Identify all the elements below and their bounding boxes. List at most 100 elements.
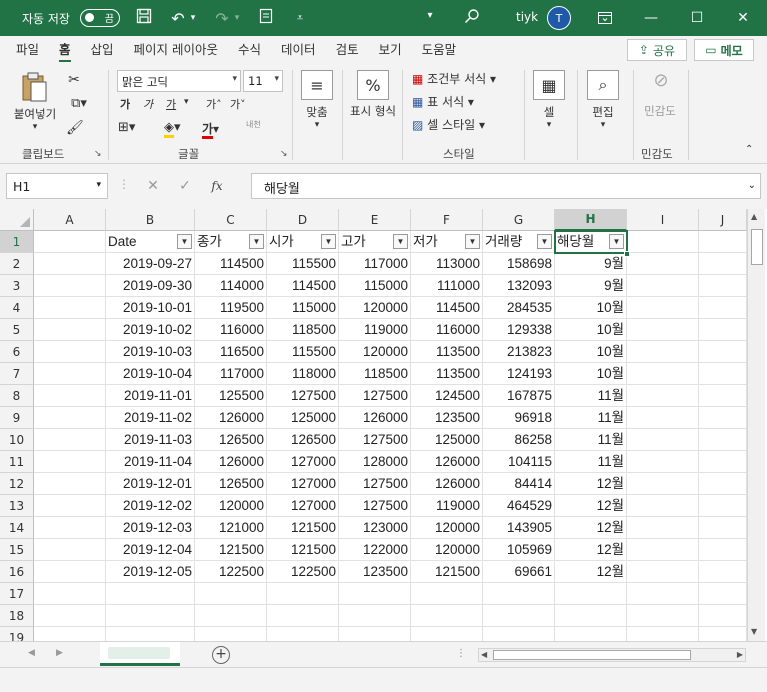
column-header-f[interactable]: F xyxy=(411,209,483,231)
formula-input[interactable]: 해당월 ⌄ xyxy=(251,173,761,199)
table-cell[interactable] xyxy=(627,605,699,627)
next-sheet-icon[interactable]: ▶ xyxy=(56,648,63,658)
close-icon[interactable]: ✕ xyxy=(720,0,766,36)
paste-icon[interactable] xyxy=(14,70,54,104)
table-cell[interactable] xyxy=(34,451,106,473)
table-cell[interactable]: 2019-09-30 xyxy=(106,275,195,297)
row-header[interactable]: 13 xyxy=(0,495,34,517)
table-cell[interactable]: 2019-10-01 xyxy=(106,297,195,319)
table-cell[interactable] xyxy=(699,231,747,253)
font-color-icon[interactable]: 가▾ xyxy=(202,120,219,139)
scroll-right-icon[interactable]: ▶ xyxy=(737,650,743,659)
user-name[interactable]: tiyk xyxy=(516,10,538,24)
row-header[interactable]: 11 xyxy=(0,451,34,473)
table-cell[interactable]: 10월 xyxy=(555,341,627,363)
scroll-down-icon[interactable]: ▼ xyxy=(751,627,757,636)
table-cell[interactable]: 9월 xyxy=(555,253,627,275)
table-cell[interactable]: 10월 xyxy=(555,319,627,341)
table-cell[interactable]: 124500 xyxy=(411,385,483,407)
table-cell[interactable] xyxy=(699,363,747,385)
column-header-j[interactable]: J xyxy=(699,209,747,231)
paste-dropdown-icon[interactable]: ▾ xyxy=(4,122,66,132)
undo-dropdown-icon[interactable]: ▾ xyxy=(188,13,198,23)
table-cell[interactable]: 284535 xyxy=(483,297,555,319)
table-cell[interactable] xyxy=(411,605,483,627)
table-cell[interactable] xyxy=(699,341,747,363)
table-cell[interactable]: 126000 xyxy=(411,473,483,495)
table-cell[interactable]: 116000 xyxy=(195,319,267,341)
cell-styles-button[interactable]: ▨ 셀 스타일 ▾ xyxy=(412,116,485,133)
table-cell[interactable] xyxy=(555,583,627,605)
filter-dropdown-icon[interactable]: ▼ xyxy=(537,234,552,249)
table-cell[interactable]: 119500 xyxy=(195,297,267,319)
table-cell[interactable]: 115500 xyxy=(267,341,339,363)
table-cell[interactable]: 132093 xyxy=(483,275,555,297)
save-icon[interactable] xyxy=(134,8,154,28)
table-cell[interactable]: 2019-10-02 xyxy=(106,319,195,341)
tab-formulas[interactable]: 수식 xyxy=(228,36,271,64)
table-cell[interactable] xyxy=(34,297,106,319)
horizontal-scroll-thumb[interactable] xyxy=(493,650,691,660)
table-cell[interactable] xyxy=(34,495,106,517)
row-header[interactable]: 10 xyxy=(0,429,34,451)
table-cell[interactable]: 114500 xyxy=(267,275,339,297)
tab-data[interactable]: 데이터 xyxy=(271,36,326,64)
table-cell[interactable]: 12월 xyxy=(555,539,627,561)
table-cell[interactable] xyxy=(34,539,106,561)
table-cell[interactable]: 104115 xyxy=(483,451,555,473)
table-cell[interactable]: 11월 xyxy=(555,429,627,451)
table-cell[interactable]: 2019-12-03 xyxy=(106,517,195,539)
column-header-i[interactable]: I xyxy=(627,209,699,231)
tab-home[interactable]: 홈 xyxy=(49,36,81,64)
table-cell[interactable]: 122500 xyxy=(195,561,267,583)
tab-file[interactable]: 파일 xyxy=(6,36,49,64)
table-cell[interactable]: 115500 xyxy=(267,253,339,275)
grip-icon[interactable]: ⋮ xyxy=(456,648,466,659)
column-header-g[interactable]: G xyxy=(483,209,555,231)
table-cell[interactable] xyxy=(699,385,747,407)
enter-icon[interactable]: ✓ xyxy=(169,178,201,194)
table-cell[interactable] xyxy=(627,407,699,429)
table-cell[interactable]: 2019-09-27 xyxy=(106,253,195,275)
table-cell[interactable] xyxy=(627,561,699,583)
row-header[interactable]: 15 xyxy=(0,539,34,561)
filter-dropdown-icon[interactable]: ▼ xyxy=(321,234,336,249)
alignment-icon[interactable]: ≡ xyxy=(301,70,333,100)
select-all-corner[interactable] xyxy=(0,209,34,231)
table-cell[interactable] xyxy=(627,231,699,253)
table-cell[interactable]: 122000 xyxy=(339,539,411,561)
table-cell[interactable]: 12월 xyxy=(555,517,627,539)
table-header-cell[interactable]: 시가 ▼ xyxy=(267,231,339,253)
table-cell[interactable]: 116000 xyxy=(411,319,483,341)
table-cell[interactable]: 126000 xyxy=(195,451,267,473)
table-cell[interactable]: 12월 xyxy=(555,473,627,495)
scroll-left-icon[interactable]: ◀ xyxy=(481,650,487,659)
tab-review[interactable]: 검토 xyxy=(326,36,369,64)
row-header[interactable]: 8 xyxy=(0,385,34,407)
table-cell[interactable]: 124193 xyxy=(483,363,555,385)
cut-icon[interactable]: ✂ xyxy=(66,72,82,88)
table-cell[interactable]: 114500 xyxy=(411,297,483,319)
table-cell[interactable]: 118500 xyxy=(339,363,411,385)
title-dropdown-icon[interactable]: ▾ xyxy=(420,10,440,21)
table-cell[interactable] xyxy=(627,275,699,297)
table-cell[interactable]: 105969 xyxy=(483,539,555,561)
table-cell[interactable]: 118000 xyxy=(267,363,339,385)
table-cell[interactable]: 120000 xyxy=(411,539,483,561)
table-cell[interactable] xyxy=(34,473,106,495)
table-cell[interactable]: 127500 xyxy=(339,495,411,517)
copy-icon[interactable]: ⧉▾ xyxy=(64,96,94,111)
vertical-scroll-thumb[interactable] xyxy=(751,229,763,265)
cancel-icon[interactable]: ✕ xyxy=(137,178,169,194)
table-cell[interactable]: 120000 xyxy=(195,495,267,517)
table-cell[interactable] xyxy=(627,451,699,473)
number-format-label[interactable]: 표시 형식 xyxy=(346,104,400,118)
conditional-format-button[interactable]: ▦ 조건부 서식 ▾ xyxy=(412,70,496,87)
table-cell[interactable] xyxy=(34,517,106,539)
table-cell[interactable]: 12월 xyxy=(555,561,627,583)
table-cell[interactable]: 117000 xyxy=(339,253,411,275)
cells-icon[interactable]: ▦ xyxy=(533,70,565,100)
table-cell[interactable]: 121500 xyxy=(195,539,267,561)
scroll-up-icon[interactable]: ▲ xyxy=(751,212,757,221)
table-cell[interactable] xyxy=(699,319,747,341)
